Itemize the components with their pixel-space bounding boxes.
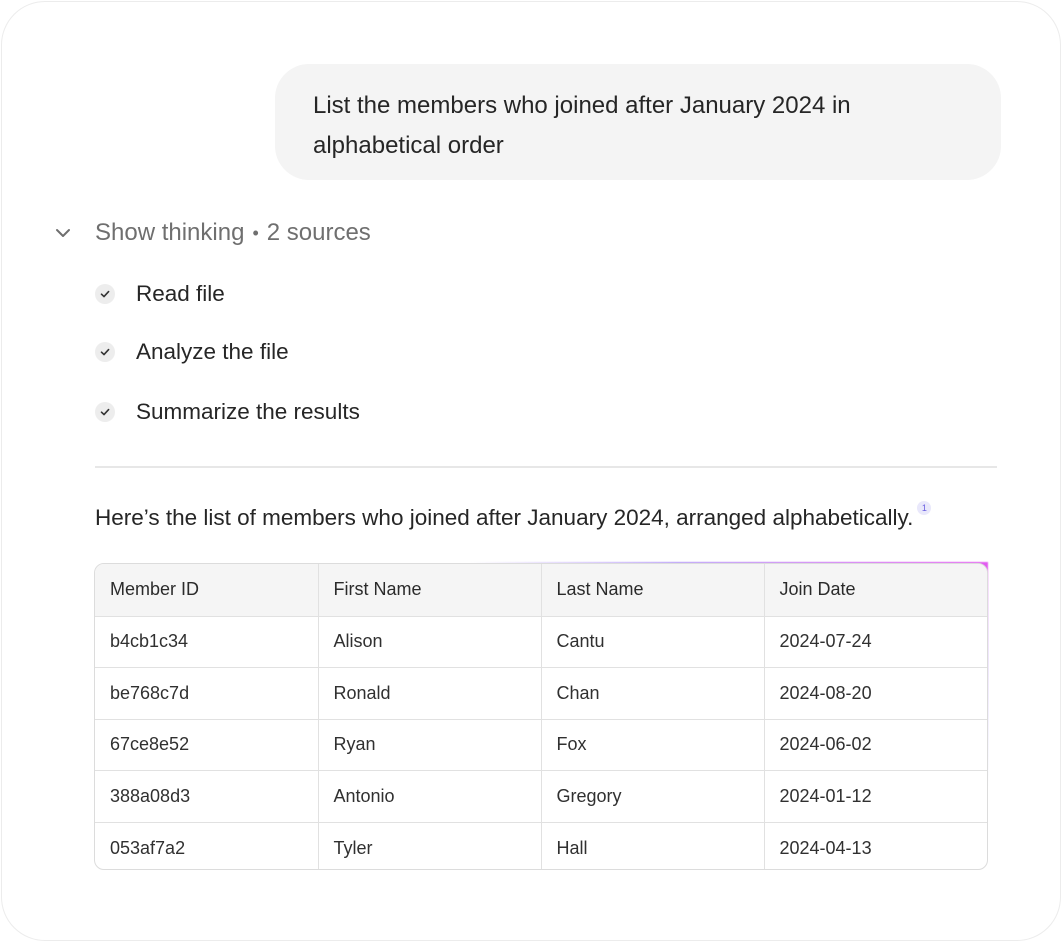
table-cell: Chan	[541, 667, 765, 720]
table-cell: be768c7d	[95, 667, 319, 720]
check-icon	[95, 284, 115, 304]
user-message-bubble: List the members who joined after Januar…	[275, 64, 1001, 180]
table-row: 388a08d3 Antonio Gregory 2024-01-12	[95, 770, 987, 823]
table-cell: Ryan	[318, 719, 542, 771]
thinking-step-label: Read file	[136, 281, 225, 306]
user-message-text: List the members who joined after Januar…	[313, 92, 851, 159]
assistant-answer: Here’s the list of members who joined af…	[95, 501, 932, 534]
check-icon	[95, 342, 115, 362]
table-cell: Cantu	[541, 616, 765, 668]
column-header: Last Name	[541, 564, 765, 617]
table-cell: Hall	[541, 822, 765, 869]
thinking-step-label: Summarize the results	[136, 399, 360, 424]
thinking-step: Analyze the file	[95, 337, 289, 367]
thinking-summary: Show thinking • 2 sources	[95, 219, 371, 247]
table-row: 053af7a2 Tyler Hall 2024-04-13	[95, 822, 987, 869]
table-cell: 2024-07-24	[764, 616, 987, 668]
thinking-step-label: Analyze the file	[136, 339, 289, 364]
members-table: Member ID First Name Last Name Join Date…	[94, 563, 988, 870]
table-cell: 2024-06-02	[764, 719, 987, 771]
table-header-row: Member ID First Name Last Name Join Date	[95, 564, 987, 617]
chevron-down-icon	[52, 222, 74, 244]
thinking-step: Summarize the results	[95, 397, 360, 427]
table-cell: Antonio	[318, 770, 542, 823]
show-thinking-toggle[interactable]: Show thinking • 2 sources	[52, 214, 371, 252]
column-header: Member ID	[95, 564, 319, 617]
table-cell: b4cb1c34	[95, 616, 319, 668]
table-cell: Gregory	[541, 770, 765, 823]
table-cell: 67ce8e52	[95, 719, 319, 771]
table-cell: 2024-01-12	[764, 770, 987, 823]
table-cell: Ronald	[318, 667, 542, 720]
separator-dot: •	[252, 222, 259, 243]
thinking-label: Show thinking	[95, 219, 245, 246]
table-cell: 053af7a2	[95, 822, 319, 869]
column-header: First Name	[318, 564, 542, 617]
citation-badge[interactable]: 1	[917, 501, 932, 515]
thinking-step: Read file	[95, 279, 225, 309]
table-cell: 2024-04-13	[779, 837, 872, 858]
table-cell: Fox	[541, 719, 765, 771]
table-cell: Tyler	[318, 822, 542, 869]
table-cell: 388a08d3	[95, 770, 319, 823]
check-icon	[95, 402, 115, 422]
sources-count: 2 sources	[266, 219, 371, 246]
table-cell: 2024-08-20	[764, 667, 987, 720]
table-row: 67ce8e52 Ryan Fox 2024-06-02	[95, 719, 987, 771]
answer-text: Here’s the list of members who joined af…	[95, 505, 914, 530]
table-cell: Alison	[318, 616, 542, 668]
table-row: b4cb1c34 Alison Cantu 2024-07-24	[95, 616, 987, 668]
column-header: Join Date	[764, 564, 987, 617]
table-row: be768c7d Ronald Chan 2024-08-20	[95, 667, 987, 720]
section-divider	[95, 466, 997, 468]
